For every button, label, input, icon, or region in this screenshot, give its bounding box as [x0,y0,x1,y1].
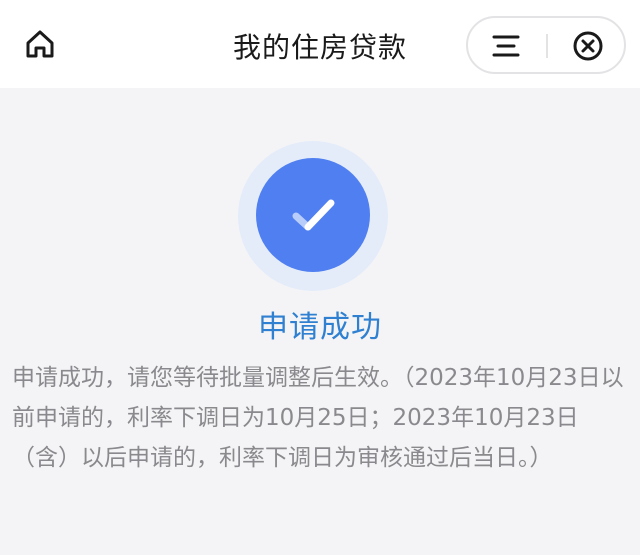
close-button[interactable] [568,26,608,66]
top-nav-bar: 我的住房贷款 [0,0,640,88]
success-badge [256,158,370,272]
status-description: 申请成功，请您等待批量调整后生效。（2023年10月23日以前申请的，利率下调日… [12,365,624,471]
result-content: 申请成功 申请成功，请您等待批量调整后生效。（2023年10月23日以前申请的，… [0,88,640,555]
menu-icon [492,35,520,57]
status-text: 申请成功 [258,310,382,345]
mini-program-capsule [466,16,626,74]
capsule-divider [546,34,548,58]
close-circle-icon [573,31,603,61]
check-icon [292,199,335,231]
menu-button[interactable] [486,26,526,66]
